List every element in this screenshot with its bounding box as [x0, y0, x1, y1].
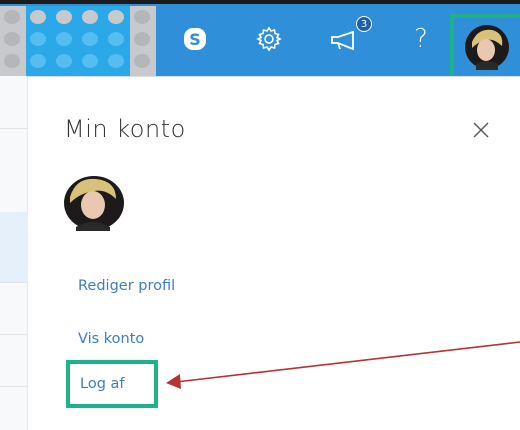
- edit-profile-link[interactable]: Rediger profil: [78, 278, 175, 294]
- close-icon: [473, 122, 489, 138]
- view-account-link[interactable]: Vis konto: [78, 331, 144, 347]
- top-bar: S 3 ?: [0, 0, 520, 76]
- profile-avatar: [62, 173, 126, 231]
- account-avatar-button[interactable]: [450, 14, 520, 76]
- gear-icon[interactable]: [249, 20, 289, 58]
- account-panel: Min konto Rediger profil Vis konto Log a…: [28, 76, 520, 430]
- top-bar-edge: [0, 0, 520, 4]
- help-icon[interactable]: ?: [404, 20, 438, 58]
- avatar: [465, 25, 509, 70]
- help-glyph: ?: [414, 24, 428, 54]
- background-list-strip: [0, 76, 28, 430]
- svg-text:S: S: [189, 30, 201, 49]
- close-button[interactable]: [468, 117, 494, 143]
- sign-out-link[interactable]: Log af: [80, 376, 125, 392]
- panel-title: Min konto: [64, 115, 186, 143]
- megaphone-icon[interactable]: 3: [324, 16, 372, 58]
- sign-out-highlight: Log af: [66, 360, 158, 408]
- lego-header-image: [0, 6, 166, 76]
- notification-badge: 3: [356, 16, 372, 32]
- skype-icon[interactable]: S: [176, 20, 214, 58]
